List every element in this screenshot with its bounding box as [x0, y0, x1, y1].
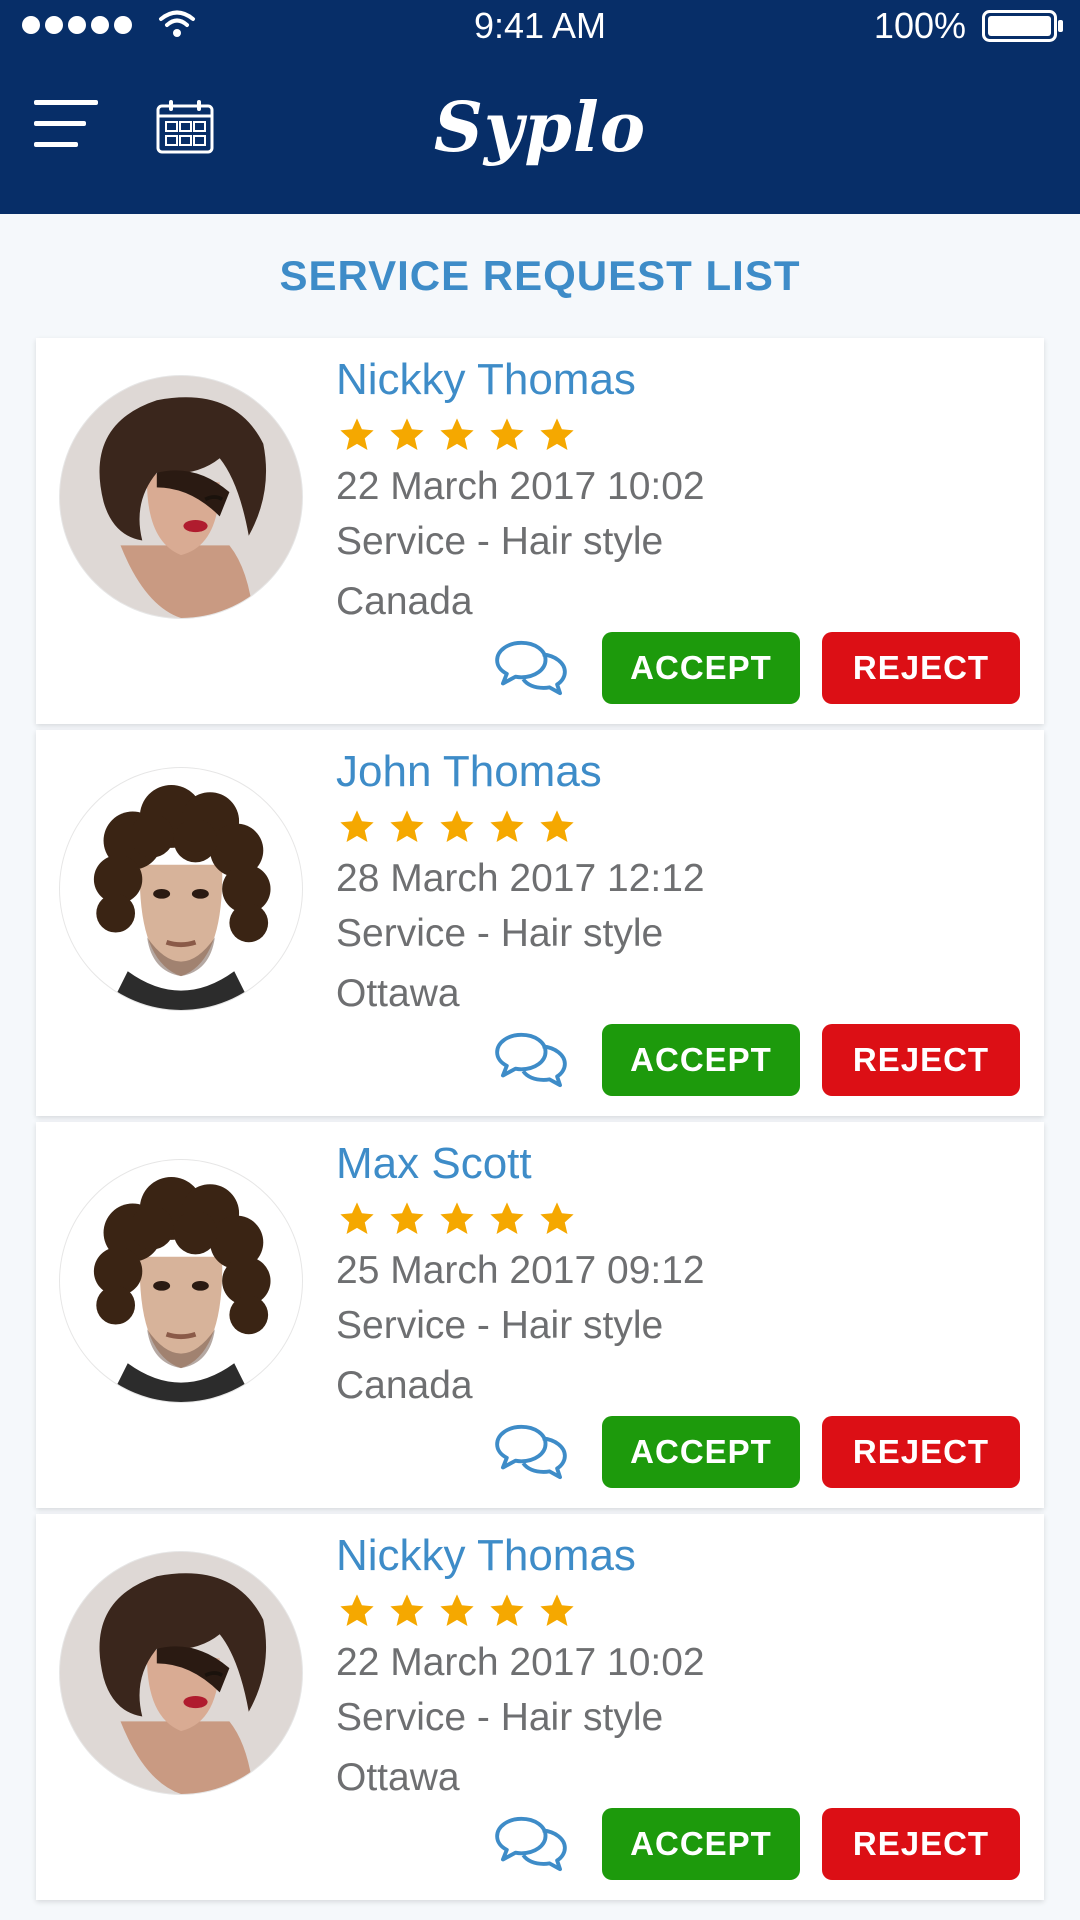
- requester-name[interactable]: Max Scott: [336, 1134, 532, 1194]
- request-date: 22 March 2017 10:02: [336, 465, 705, 508]
- service-type: Service - Hair style: [336, 912, 664, 955]
- request-card: Nickky Thomas 22 March 2017 10:02 Servic…: [36, 338, 1044, 724]
- star-rating: [338, 808, 576, 846]
- star-icon: [438, 808, 476, 846]
- avatar: [60, 1160, 302, 1402]
- location: Ottawa: [336, 972, 460, 1015]
- star-icon: [488, 1200, 526, 1238]
- requester-name[interactable]: Nickky Thomas: [336, 1526, 636, 1586]
- location: Ottawa: [336, 1756, 460, 1799]
- star-icon: [488, 1592, 526, 1630]
- star-icon: [488, 416, 526, 454]
- accept-button[interactable]: ACCEPT: [602, 1808, 800, 1880]
- star-icon: [338, 808, 376, 846]
- star-icon: [438, 416, 476, 454]
- request-card: John Thomas 28 March 2017 12:12 Service …: [36, 730, 1044, 1116]
- app-logo: Syplo: [433, 88, 647, 168]
- star-icon: [438, 1592, 476, 1630]
- requester-name[interactable]: Nickky Thomas: [336, 350, 636, 410]
- star-icon: [388, 1592, 426, 1630]
- star-icon: [338, 1200, 376, 1238]
- service-type: Service - Hair style: [336, 1304, 664, 1347]
- reject-button[interactable]: REJECT: [822, 632, 1020, 704]
- request-date: 28 March 2017 12:12: [336, 857, 705, 900]
- star-icon: [338, 1592, 376, 1630]
- star-rating: [338, 1592, 576, 1630]
- accept-button[interactable]: ACCEPT: [602, 1416, 800, 1488]
- requester-name[interactable]: John Thomas: [336, 742, 602, 802]
- accept-button[interactable]: ACCEPT: [602, 632, 800, 704]
- location: Canada: [336, 580, 473, 623]
- request-date: 22 March 2017 10:02: [336, 1641, 705, 1684]
- star-icon: [338, 416, 376, 454]
- app-header: Syplo: [0, 52, 1080, 214]
- star-icon: [388, 416, 426, 454]
- star-icon: [388, 1200, 426, 1238]
- chat-icon[interactable]: [492, 1030, 570, 1090]
- avatar: [60, 768, 302, 1010]
- reject-button[interactable]: REJECT: [822, 1024, 1020, 1096]
- reject-button[interactable]: REJECT: [822, 1808, 1020, 1880]
- service-type: Service - Hair style: [336, 1696, 664, 1739]
- star-icon: [538, 1592, 576, 1630]
- location: Canada: [336, 1364, 473, 1407]
- accept-button[interactable]: ACCEPT: [602, 1024, 800, 1096]
- chat-icon[interactable]: [492, 1422, 570, 1482]
- page-title: SERVICE REQUEST LIST: [279, 252, 801, 299]
- request-date: 25 March 2017 09:12: [336, 1249, 705, 1292]
- request-card: Max Scott 25 March 2017 09:12 Service - …: [36, 1122, 1044, 1508]
- avatar: [60, 376, 302, 618]
- star-icon: [538, 808, 576, 846]
- star-icon: [538, 1200, 576, 1238]
- chat-icon[interactable]: [492, 1814, 570, 1874]
- battery-percentage: 100%: [873, 5, 966, 46]
- star-rating: [338, 416, 576, 454]
- star-icon: [388, 808, 426, 846]
- request-card: Nickky Thomas 22 March 2017 10:02 Servic…: [36, 1514, 1044, 1900]
- star-icon: [438, 1200, 476, 1238]
- battery-icon: [982, 10, 1063, 42]
- service-type: Service - Hair style: [336, 520, 664, 563]
- avatar: [60, 1552, 302, 1794]
- reject-button[interactable]: REJECT: [822, 1416, 1020, 1488]
- star-icon: [538, 416, 576, 454]
- status-bar: 9:41 AM 100%: [0, 0, 1080, 52]
- star-rating: [338, 1200, 576, 1238]
- star-icon: [488, 808, 526, 846]
- chat-icon[interactable]: [492, 638, 570, 698]
